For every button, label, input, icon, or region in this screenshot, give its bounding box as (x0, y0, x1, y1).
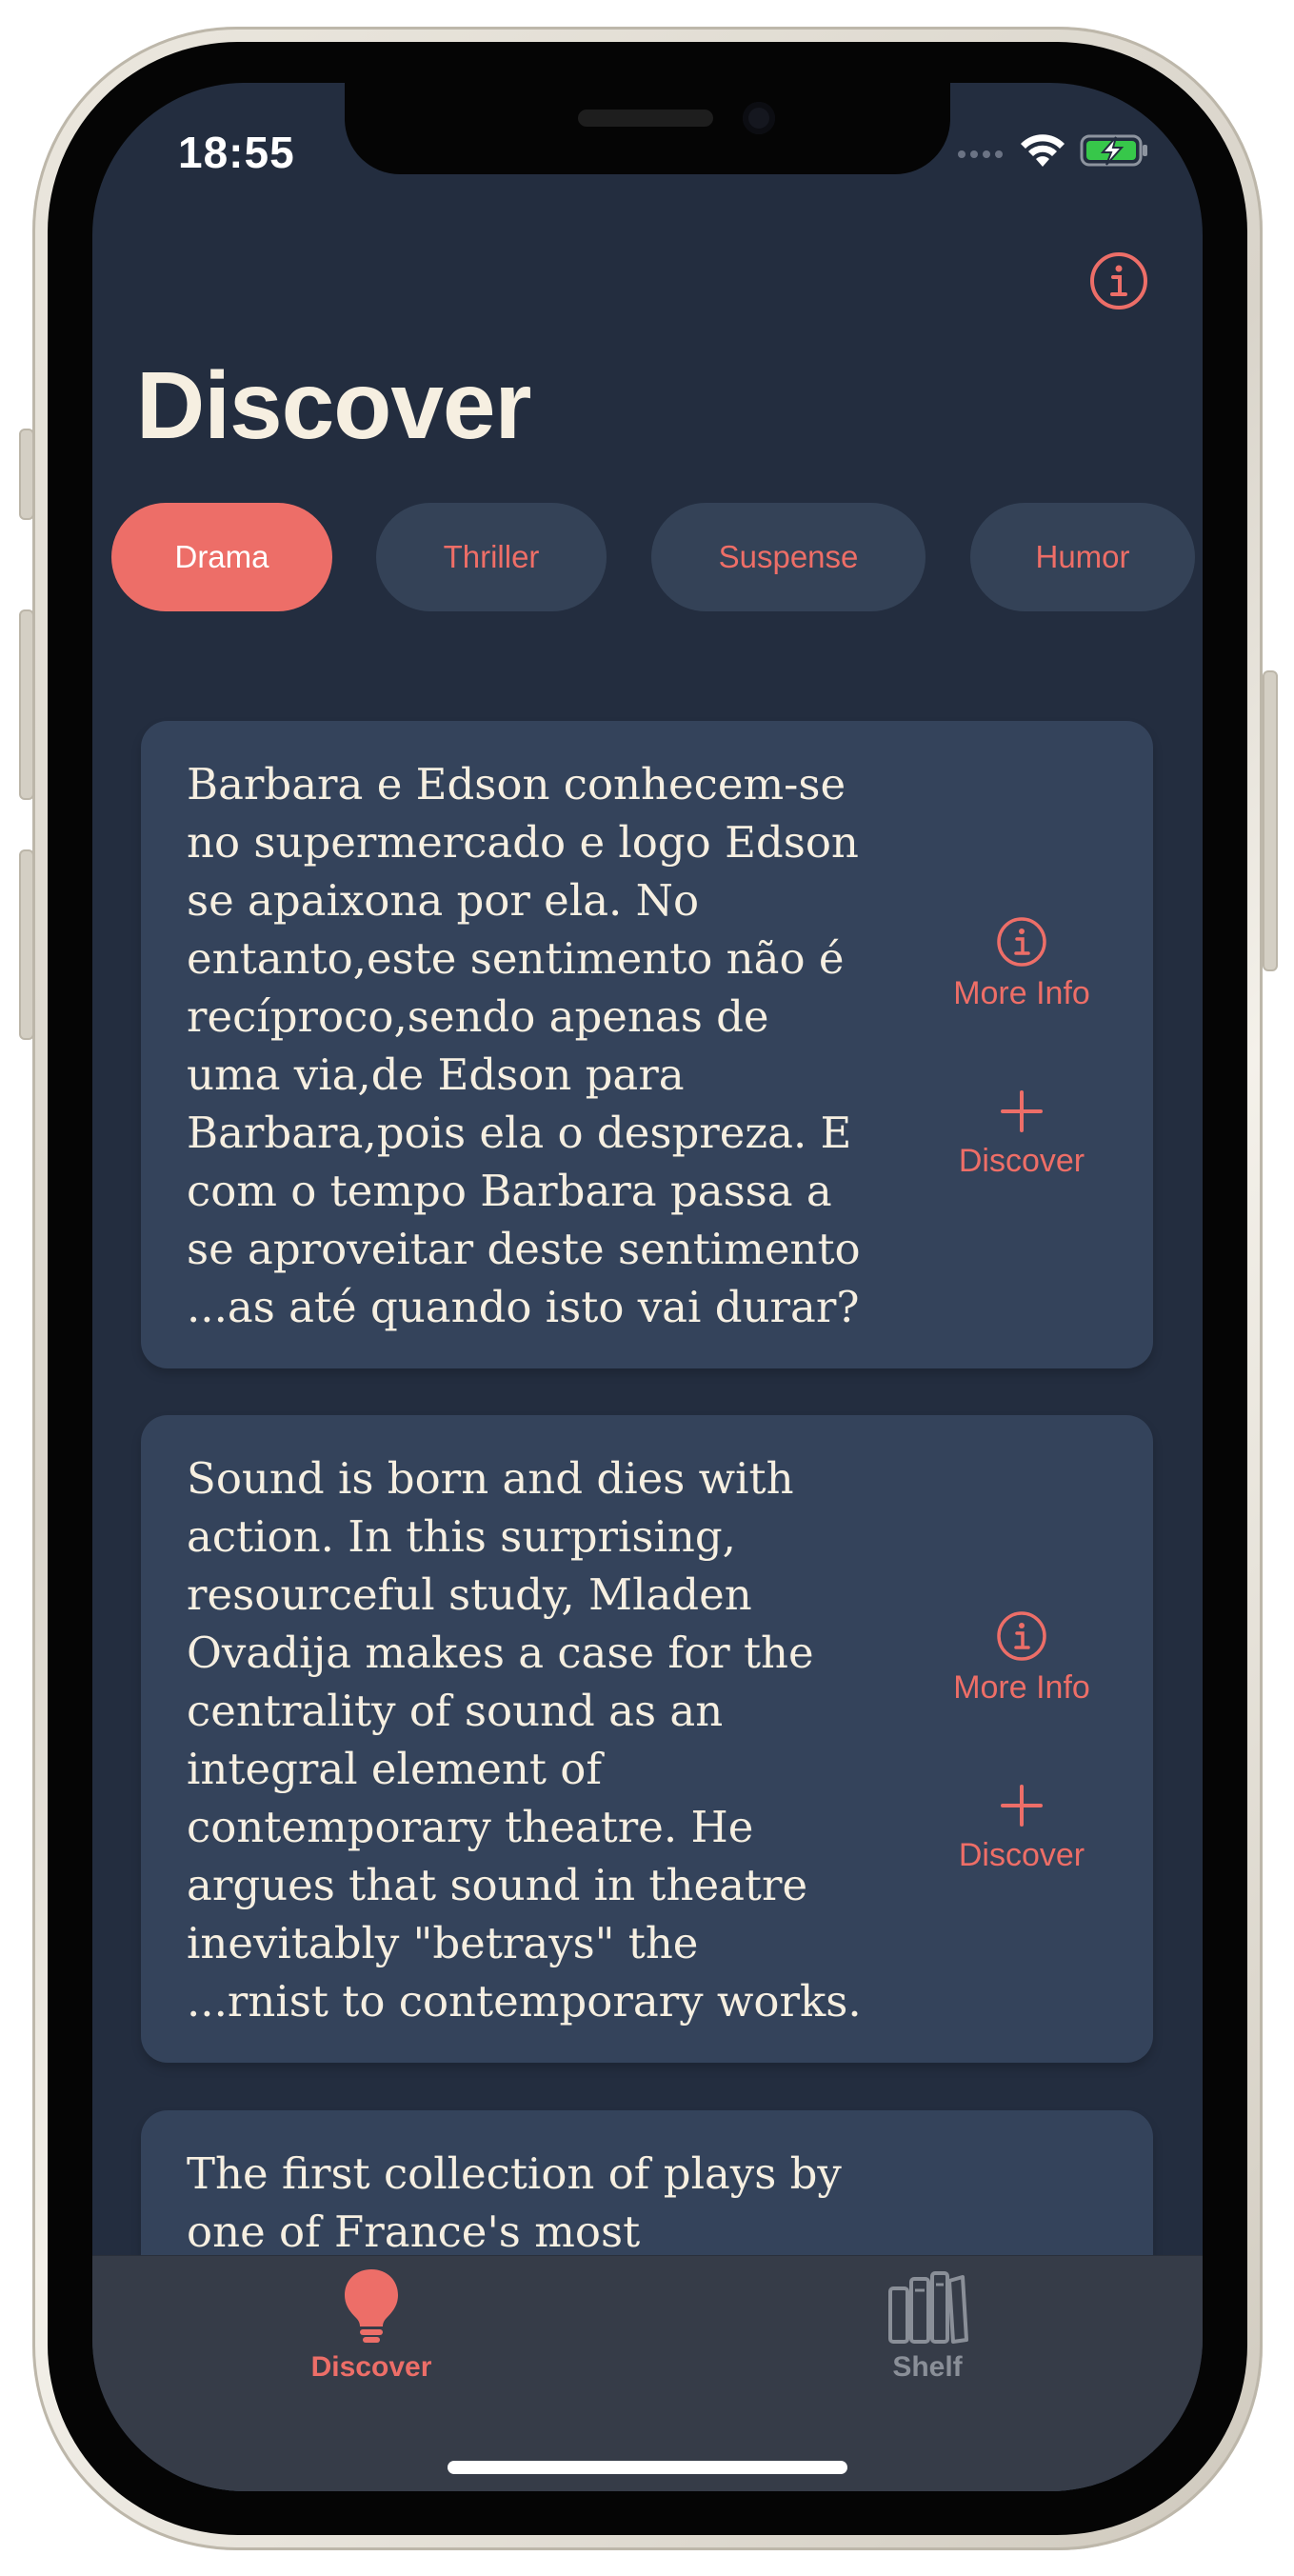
silent-switch (19, 429, 34, 520)
discover-button[interactable]: Discover (931, 1088, 1112, 1180)
home-indicator[interactable] (448, 2461, 847, 2474)
book-description: The first collection of plays by one of … (187, 2148, 842, 2257)
tab-discover[interactable]: Discover (267, 2267, 476, 2384)
plus-icon (1001, 1090, 1043, 1132)
tab-shelf[interactable]: Shelf (823, 2267, 1032, 2384)
genre-chip-label: Suspense (718, 539, 859, 574)
lightbulb-icon (345, 2269, 398, 2343)
more-info-button[interactable]: More Info (931, 916, 1112, 1012)
more-info-label: More Info (953, 1669, 1090, 1706)
notch (345, 83, 950, 174)
volume-down-button (19, 849, 34, 1040)
plus-icon (1001, 1785, 1043, 1827)
battery-charging-icon (1080, 134, 1147, 167)
status-icons (956, 127, 1150, 174)
front-camera (743, 102, 775, 134)
info-icon (1090, 252, 1147, 310)
status-time: 18:55 (178, 128, 295, 177)
speaker-grille (578, 110, 713, 127)
discover-label: Discover (958, 1143, 1085, 1179)
app-screen: 18:55 Discover Drama Thriller Suspense H… (92, 83, 1203, 2491)
genre-chip-label: Thriller (443, 539, 540, 574)
books-icon (888, 2271, 968, 2344)
wifi-icon (1021, 134, 1065, 167)
tab-label: Discover (310, 2351, 432, 2383)
book-card[interactable]: Sound is born and dies with action. In t… (141, 1415, 1153, 2063)
discover-button[interactable]: Discover (931, 1782, 1112, 1874)
cellular-signal-icon (958, 150, 1003, 158)
more-info-label: More Info (953, 975, 1090, 1011)
genre-chip-thriller[interactable]: Thriller (376, 503, 607, 611)
genre-filter-bar: Drama Thriller Suspense Humor (111, 503, 1203, 613)
power-button (1263, 670, 1278, 971)
genre-chip-label: Humor (1035, 539, 1130, 574)
more-info-button[interactable]: More Info (931, 1610, 1112, 1707)
genre-chip-drama[interactable]: Drama (111, 503, 332, 611)
genre-chip-suspense[interactable]: Suspense (651, 503, 926, 611)
info-button[interactable] (1089, 251, 1148, 310)
genre-chip-label: Drama (174, 539, 269, 574)
page-title: Discover (136, 352, 531, 459)
tab-label: Shelf (892, 2351, 963, 2383)
discover-label: Discover (958, 1837, 1085, 1873)
book-description: Barbara e Edson conhecem-se no supermerc… (187, 759, 861, 1332)
book-card[interactable]: Barbara e Edson conhecem-se no supermerc… (141, 721, 1153, 1368)
book-description: Sound is born and dies with action. In t… (187, 1453, 862, 2027)
tab-bar: Discover Shelf (92, 2255, 1203, 2491)
genre-chip-humor[interactable]: Humor (970, 503, 1195, 611)
volume-up-button (19, 609, 34, 800)
info-icon (997, 917, 1046, 967)
info-icon (997, 1611, 1046, 1661)
